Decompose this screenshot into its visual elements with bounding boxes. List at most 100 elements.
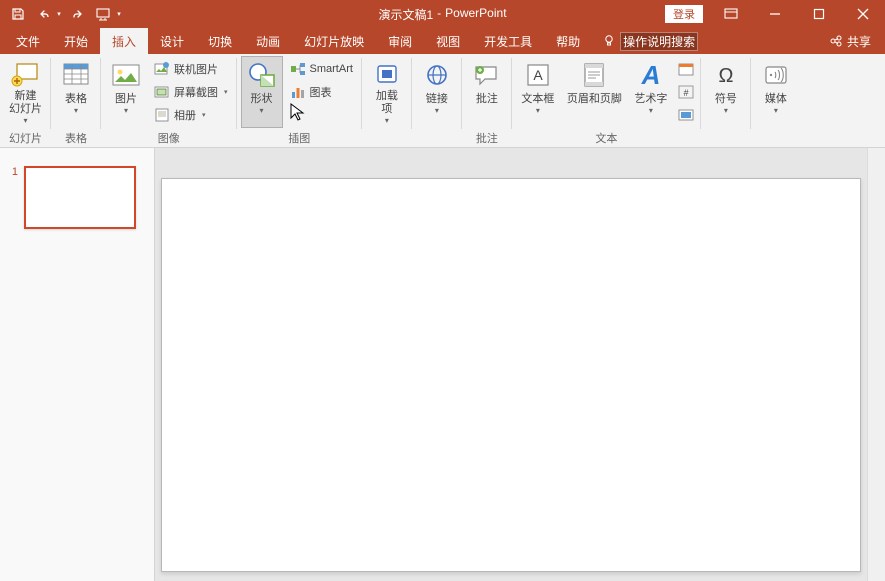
- slide-number-button[interactable]: #: [675, 81, 697, 103]
- group-text: A 文本框 ▾ 页眉和页脚 A 艺术字 ▾ # 文本: [512, 54, 701, 147]
- share-button[interactable]: 共享: [815, 28, 885, 54]
- thumbnail-slide[interactable]: [24, 166, 136, 229]
- chevron-down-icon: ▾: [224, 88, 228, 96]
- chart-button[interactable]: 图表: [285, 81, 358, 103]
- slide-thumbnail-pane[interactable]: 1: [0, 148, 155, 581]
- redo-button[interactable]: [66, 2, 90, 26]
- symbol-button[interactable]: Ω 符号 ▾: [705, 56, 747, 128]
- tab-view[interactable]: 视图: [424, 28, 472, 54]
- start-from-beginning-button[interactable]: [92, 2, 116, 26]
- maximize-button[interactable]: [797, 0, 841, 28]
- textbox-button[interactable]: A 文本框 ▾: [516, 56, 560, 128]
- chevron-down-icon: ▾: [649, 106, 653, 115]
- links-button[interactable]: 链接 ▾: [416, 56, 458, 128]
- symbol-icon: Ω: [710, 59, 742, 91]
- undo-button[interactable]: [32, 2, 56, 26]
- svg-text:#: #: [683, 88, 688, 98]
- comment-button[interactable]: 批注: [466, 56, 508, 128]
- tab-insert[interactable]: 插入: [100, 28, 148, 54]
- number-icon: #: [678, 84, 694, 100]
- addins-button[interactable]: 加载 项 ▾: [366, 56, 408, 128]
- group-text-label: 文本: [595, 131, 617, 147]
- tab-transitions[interactable]: 切换: [196, 28, 244, 54]
- pictures-label: 图片: [115, 93, 137, 106]
- tab-developer[interactable]: 开发工具: [472, 28, 544, 54]
- chart-icon: [290, 84, 306, 100]
- titlebar-right: 登录: [665, 0, 885, 28]
- doc-name: 演示文稿1: [378, 6, 433, 23]
- tab-help[interactable]: 帮助: [544, 28, 592, 54]
- svg-text:A: A: [641, 61, 661, 89]
- symbol-label: 符号: [715, 93, 737, 106]
- addins-label: 加载 项: [376, 90, 398, 116]
- tab-review[interactable]: 审阅: [376, 28, 424, 54]
- chevron-down-icon: ▾: [536, 106, 540, 115]
- thumbnail-item[interactable]: 1: [0, 166, 154, 229]
- slide-canvas[interactable]: [161, 178, 861, 572]
- group-comments: 批注 批注: [462, 54, 512, 147]
- login-button[interactable]: 登录: [665, 5, 703, 23]
- shapes-icon: [246, 59, 278, 91]
- group-images-label: 图像: [158, 131, 180, 147]
- group-slides-label: 幻灯片: [9, 131, 42, 147]
- shapes-button[interactable]: 形状 ▾: [241, 56, 283, 128]
- comment-icon: [471, 59, 503, 91]
- smartart-label: SmartArt: [310, 63, 353, 75]
- chevron-down-icon: ▾: [23, 116, 27, 125]
- screenshot-label: 屏幕截图: [174, 84, 218, 100]
- group-comments-label: 批注: [476, 131, 498, 147]
- ribbon: 新建 幻灯片 ▾ 幻灯片 表格 ▾ 表格 图片 ▾: [0, 54, 885, 148]
- screenshot-button[interactable]: 屏幕截图 ▾: [149, 81, 233, 103]
- comment-label: 批注: [476, 93, 498, 106]
- links-label: 链接: [426, 93, 448, 106]
- tab-home[interactable]: 开始: [52, 28, 100, 54]
- quick-access-toolbar: ▾ ▾: [0, 2, 124, 26]
- smartart-icon: [290, 61, 306, 77]
- chevron-down-icon: ▾: [74, 106, 78, 115]
- textbox-label: 文本框: [521, 93, 554, 106]
- new-slide-label: 新建 幻灯片: [9, 90, 42, 116]
- titlebar: ▾ ▾ 演示文稿1 - PowerPoint 登录: [0, 0, 885, 28]
- photo-album-button[interactable]: 相册 ▾: [149, 104, 233, 126]
- chevron-down-icon: ▾: [260, 106, 264, 115]
- online-pictures-button[interactable]: 联机图片: [149, 58, 233, 80]
- minimize-button[interactable]: [753, 0, 797, 28]
- header-footer-button[interactable]: 页眉和页脚: [562, 56, 627, 128]
- ribbon-display-options-button[interactable]: [709, 0, 753, 28]
- thumbnail-number: 1: [10, 166, 18, 229]
- tab-slideshow[interactable]: 幻灯片放映: [292, 28, 376, 54]
- save-button[interactable]: [6, 2, 30, 26]
- link-icon: [421, 59, 453, 91]
- tell-me-search[interactable]: 操作说明搜索: [592, 28, 708, 54]
- new-slide-button[interactable]: 新建 幻灯片 ▾: [4, 56, 47, 128]
- svg-text:Ω: Ω: [718, 65, 733, 87]
- picture-icon: [110, 59, 142, 91]
- textbox-icon: A: [522, 59, 554, 91]
- date-time-button[interactable]: [675, 58, 697, 80]
- qat-customize-dropdown[interactable]: ▾: [114, 2, 124, 26]
- header-footer-label: 页眉和页脚: [567, 93, 622, 106]
- chevron-down-icon: ▾: [124, 106, 128, 115]
- close-button[interactable]: [841, 0, 885, 28]
- title-sep: -: [437, 6, 441, 23]
- photo-album-label: 相册: [174, 107, 196, 123]
- wordart-icon: A: [635, 59, 667, 91]
- vertical-scrollbar[interactable]: [867, 148, 885, 581]
- tab-design[interactable]: 设计: [148, 28, 196, 54]
- date-icon: [678, 61, 694, 77]
- media-button[interactable]: 媒体 ▾: [755, 56, 797, 128]
- undo-dropdown[interactable]: ▾: [54, 2, 64, 26]
- slide-editor-area[interactable]: [155, 148, 867, 581]
- window-title: 演示文稿1 - PowerPoint: [378, 6, 506, 23]
- table-button[interactable]: 表格 ▾: [55, 56, 97, 128]
- wordart-button[interactable]: A 艺术字 ▾: [629, 56, 673, 128]
- new-slide-icon: [10, 59, 42, 88]
- tab-animations[interactable]: 动画: [244, 28, 292, 54]
- object-button[interactable]: [675, 104, 697, 126]
- tab-file[interactable]: 文件: [4, 28, 52, 54]
- group-images: 图片 ▾ 联机图片 屏幕截图 ▾ 相册 ▾ 图像: [101, 54, 237, 147]
- chevron-down-icon: ▾: [385, 116, 389, 125]
- pictures-button[interactable]: 图片 ▾: [105, 56, 147, 128]
- smartart-button[interactable]: SmartArt: [285, 58, 358, 80]
- online-pictures-icon: [154, 61, 170, 77]
